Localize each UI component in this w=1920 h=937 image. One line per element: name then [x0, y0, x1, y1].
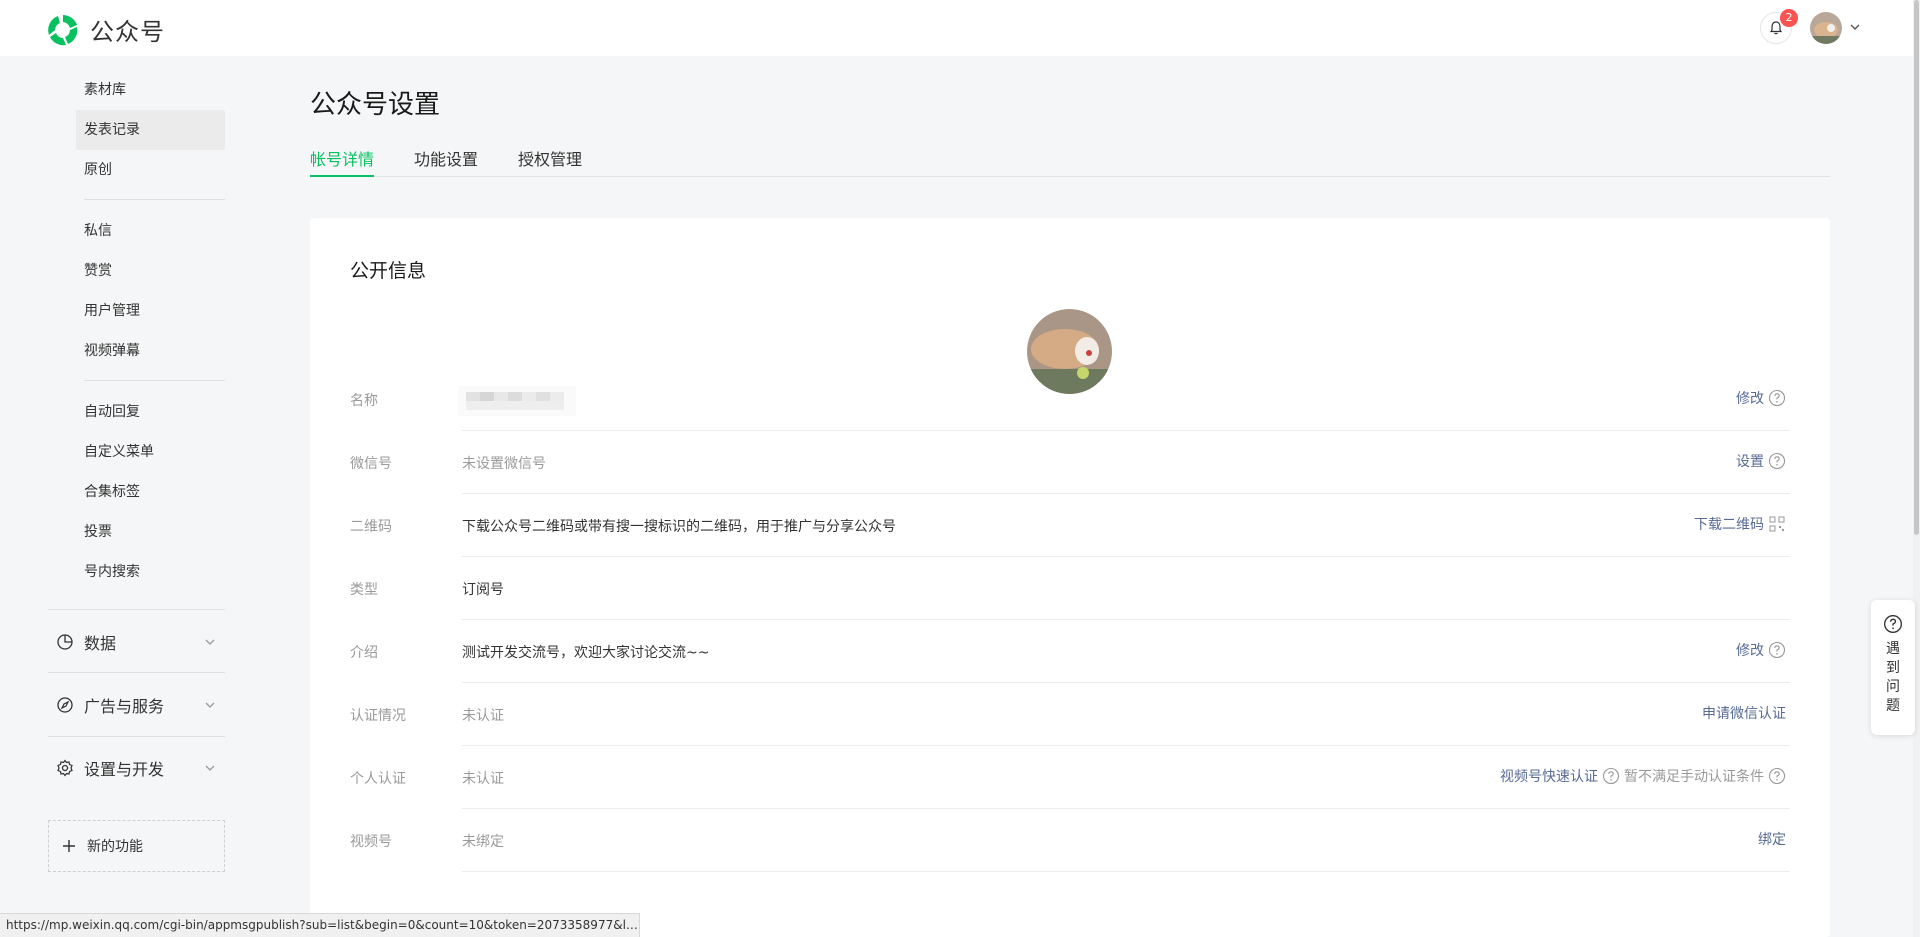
sidebar-item-custom-menu[interactable]: 自定义菜单	[76, 432, 225, 472]
row-type: 类型 订阅号	[310, 557, 1830, 620]
sidebar-divider	[48, 736, 225, 737]
logo[interactable]: 公众号	[46, 12, 165, 47]
row-introduction: 介绍 测试开发交流号，欢迎大家讨论交流~~ 修改	[310, 620, 1830, 683]
compass-icon	[57, 697, 73, 713]
channels-quick-verify-link[interactable]: 视频号快速认证	[1500, 766, 1598, 786]
row-value: 下载公众号二维码或带有搜一搜标识的二维码，用于推广与分享公众号	[462, 519, 896, 535]
notification-badge: 2	[1780, 9, 1798, 27]
gear-icon	[57, 759, 73, 777]
edit-name-link[interactable]: 修改	[1736, 388, 1764, 408]
row-actions: 下载二维码	[1694, 514, 1786, 534]
sidebar-group-data[interactable]: 数据	[48, 622, 225, 662]
public-info-card: 公开信息 名称 修改 微信号 未设置微信号 设置 二维码 下载公众号二维码或带有…	[310, 218, 1830, 937]
row-channels: 视频号 未绑定 绑定	[310, 809, 1830, 872]
row-actions: 设置	[1736, 451, 1786, 471]
row-qr-code: 二维码 下载公众号二维码或带有搜一搜标识的二维码，用于推广与分享公众号 下载二维…	[310, 494, 1830, 557]
help-circle-icon[interactable]	[1768, 389, 1786, 407]
row-verification: 认证情况 未认证 申请微信认证	[310, 683, 1830, 746]
chevron-down-icon[interactable]	[1848, 20, 1862, 34]
chevron-down-icon	[205, 639, 215, 645]
row-personal-verification: 个人认证 未认证 视频号快速认证 暂不满足手动认证条件	[310, 746, 1830, 809]
page-title: 公众号设置	[310, 90, 441, 120]
tab-feature-settings[interactable]: 功能设置	[414, 146, 478, 177]
row-value: 订阅号	[462, 582, 504, 598]
row-value: 未认证	[462, 771, 504, 787]
sidebar-group-label: 数据	[84, 634, 117, 653]
avatar-image	[1810, 12, 1842, 44]
manual-verify-unavailable-text: 暂不满足手动认证条件	[1624, 769, 1764, 785]
chevron-down-icon	[205, 702, 215, 708]
help-float-button[interactable]: 遇到问题	[1871, 600, 1915, 735]
scrollbar-thumb[interactable]	[1914, 0, 1919, 535]
row-actions: 修改	[1736, 388, 1786, 408]
qr-code-icon[interactable]	[1768, 515, 1786, 533]
row-wechat-id: 微信号 未设置微信号 设置	[310, 431, 1830, 494]
help-label: 遇到问题	[1886, 641, 1900, 714]
row-actions: 申请微信认证	[1702, 703, 1786, 723]
set-wechat-id-link[interactable]: 设置	[1736, 451, 1764, 471]
edit-intro-link[interactable]: 修改	[1736, 640, 1764, 660]
sidebar-item-original[interactable]: 原创	[76, 150, 225, 190]
sidebar-item-rewards[interactable]: 赞赏	[76, 251, 225, 291]
row-label: 名称	[350, 393, 378, 409]
row-name: 名称 修改	[310, 368, 1830, 431]
help-circle-icon[interactable]	[1602, 767, 1620, 785]
sidebar-item-materials[interactable]: 素材库	[76, 70, 225, 110]
download-qr-link[interactable]: 下载二维码	[1694, 514, 1764, 534]
status-bar-url: https://mp.weixin.qq.com/cgi-bin/appmsgp…	[0, 913, 640, 937]
sidebar-group-label: 设置与开发	[84, 760, 165, 779]
plus-icon	[63, 840, 75, 852]
row-actions: 修改	[1736, 640, 1786, 660]
sidebar: 素材库 发表记录 原创 私信 赞赏 用户管理 视频弹幕 自动回复 自定义菜单 合…	[0, 56, 260, 937]
sidebar-item-video-danmaku[interactable]: 视频弹幕	[76, 331, 225, 371]
blurred-name	[458, 386, 576, 416]
row-label: 介绍	[350, 645, 378, 661]
card-title: 公开信息	[350, 260, 427, 282]
logo-icon	[48, 14, 78, 45]
tab-authorization[interactable]: 授权管理	[518, 146, 582, 177]
sidebar-item-messages[interactable]: 私信	[76, 211, 225, 251]
row-actions: 视频号快速认证 暂不满足手动认证条件	[1500, 766, 1786, 786]
row-label: 二维码	[350, 519, 392, 535]
top-bar: 公众号 2	[0, 0, 1920, 56]
row-actions: 绑定	[1758, 829, 1786, 849]
apply-verification-link[interactable]: 申请微信认证	[1702, 703, 1786, 723]
help-circle-icon[interactable]	[1768, 641, 1786, 659]
sidebar-item-publish-records[interactable]: 发表记录	[76, 110, 225, 150]
tab-bar: 帐号详情 功能设置 授权管理	[310, 140, 1830, 177]
row-label: 认证情况	[350, 708, 406, 724]
new-feature-label: 新的功能	[87, 839, 143, 855]
user-avatar[interactable]	[1810, 12, 1842, 44]
pie-chart-icon	[57, 634, 73, 650]
sidebar-group-ads-services[interactable]: 广告与服务	[48, 685, 225, 725]
row-divider	[462, 871, 1790, 872]
sidebar-item-in-account-search[interactable]: 号内搜索	[76, 552, 225, 592]
help-circle-icon[interactable]	[1768, 452, 1786, 470]
logo-text: 公众号	[90, 18, 165, 46]
row-label: 视频号	[350, 834, 392, 850]
new-feature-button[interactable]: 新的功能	[48, 820, 225, 872]
row-value: 未认证	[462, 708, 504, 724]
sidebar-group-settings-dev[interactable]: 设置与开发	[48, 748, 225, 788]
chevron-down-icon	[205, 765, 215, 771]
help-circle-icon	[1884, 615, 1902, 633]
tab-account-details[interactable]: 帐号详情	[310, 146, 375, 177]
sidebar-group-label: 广告与服务	[84, 697, 165, 716]
row-value: 未设置微信号	[462, 456, 546, 472]
sidebar-divider	[48, 609, 225, 610]
row-value: 未绑定	[462, 834, 504, 850]
sidebar-divider	[48, 672, 225, 673]
sidebar-item-auto-reply[interactable]: 自动回复	[76, 392, 225, 432]
row-label: 微信号	[350, 456, 392, 472]
bind-channels-link[interactable]: 绑定	[1758, 829, 1786, 849]
help-circle-icon[interactable]	[1768, 767, 1786, 785]
sidebar-divider	[84, 199, 225, 200]
row-value: 测试开发交流号，欢迎大家讨论交流~~	[462, 645, 710, 661]
row-label: 类型	[350, 582, 378, 598]
row-label: 个人认证	[350, 771, 406, 787]
sidebar-item-user-management[interactable]: 用户管理	[76, 291, 225, 331]
sidebar-divider	[84, 380, 225, 381]
sidebar-item-vote[interactable]: 投票	[76, 512, 225, 552]
sidebar-item-collection-tags[interactable]: 合集标签	[76, 472, 225, 512]
